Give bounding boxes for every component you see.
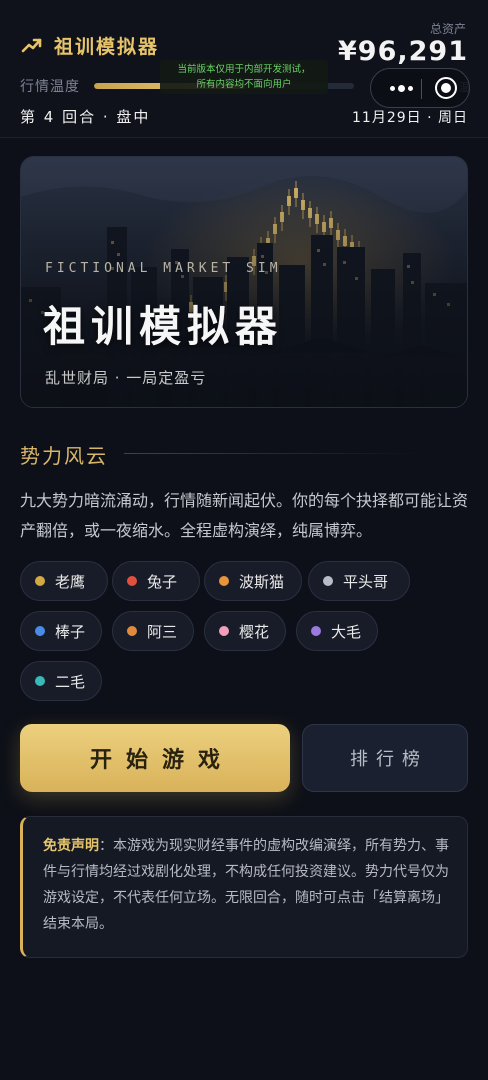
target-close-icon[interactable] xyxy=(435,77,457,99)
disclaimer-box: 免责声明：本游戏为现实财经事件的虚构改编演绎，所有势力、事件与行情均经过戏剧化处… xyxy=(20,816,468,958)
faction-chip[interactable]: 平头哥 xyxy=(308,561,410,601)
app-title: 祖训模拟器 xyxy=(54,36,160,58)
faction-chip[interactable]: 老鹰 xyxy=(20,561,108,601)
faction-color-dot xyxy=(219,576,229,586)
disclaimer-heading: 免责声明 xyxy=(43,838,99,854)
faction-chip-label: 二毛 xyxy=(55,672,86,691)
faction-chip-label: 波斯猫 xyxy=(239,572,285,591)
faction-chip-label: 老鹰 xyxy=(55,572,86,591)
trend-up-icon xyxy=(21,38,42,52)
faction-color-dot xyxy=(323,576,333,586)
hero-subtitle-en: FICTIONAL MARKET SIM xyxy=(45,261,282,276)
faction-chip-label: 棒子 xyxy=(55,622,86,641)
faction-chip[interactable]: 波斯猫 xyxy=(204,561,302,601)
faction-chip-label: 兔子 xyxy=(147,572,178,591)
faction-chip-label: 樱花 xyxy=(239,622,270,641)
round-indicator: 第 4 回合 · 盘中 xyxy=(20,108,151,126)
faction-chip-label: 阿三 xyxy=(147,622,178,641)
faction-color-dot xyxy=(35,626,45,636)
top-header: 祖训模拟器 总资产 ¥96,291 行情温度 温 第 4 回合 · 盘中 11月… xyxy=(0,0,488,138)
faction-chip[interactable]: 二毛 xyxy=(20,661,102,701)
faction-color-dot xyxy=(219,626,229,636)
dev-notice-overlay: 当前版本仅用于内部开发测试， 所有内容均不面向用户 xyxy=(160,60,328,94)
faction-chip[interactable]: 阿三 xyxy=(112,611,194,651)
faction-color-dot xyxy=(127,576,137,586)
hero-tagline: 乱世财局 · 一局定盈亏 xyxy=(45,369,207,387)
faction-chip-label: 平头哥 xyxy=(343,572,389,591)
faction-chip[interactable]: 棒子 xyxy=(20,611,102,651)
total-assets-label: 总资产 xyxy=(429,22,466,36)
faction-chip[interactable]: 大毛 xyxy=(296,611,378,651)
faction-color-dot xyxy=(35,676,45,686)
section-divider xyxy=(124,453,420,454)
faction-color-dot xyxy=(35,576,45,586)
start-game-button[interactable]: 开始游戏 xyxy=(20,724,290,792)
faction-chip-label: 大毛 xyxy=(331,622,362,641)
miniprogram-capsule xyxy=(370,68,470,108)
dev-notice-line-2: 所有内容均不面向用户 xyxy=(196,79,292,90)
capsule-divider xyxy=(421,79,422,99)
factions-description: 九大势力暗流涌动，行情随新闻起伏。你的每个抉择都可能让资产翻倍，或一夜缩水。全程… xyxy=(20,491,469,540)
disclaimer-body: ：本游戏为现实财经事件的虚构改编演绎，所有势力、事件与行情均经过戏剧化处理，不构… xyxy=(43,838,449,932)
leaderboard-button[interactable]: 排行榜 xyxy=(302,724,468,792)
hero-title: 祖训模拟器 xyxy=(43,302,284,351)
hero-banner: FICTIONAL MARKET SIM 祖训模拟器 乱世财局 · 一局定盈亏 xyxy=(20,156,468,408)
faction-chip[interactable]: 兔子 xyxy=(112,561,200,601)
faction-color-dot xyxy=(127,626,137,636)
more-dots-icon[interactable] xyxy=(381,69,421,107)
date-indicator: 11月29日 · 周日 xyxy=(352,110,468,126)
dev-notice-line-1: 当前版本仅用于内部开发测试， xyxy=(177,64,311,75)
brand: 祖训模拟器 xyxy=(20,32,159,59)
total-assets-value: ¥96,291 xyxy=(338,36,468,67)
factions-section-title: 势力风云 xyxy=(20,444,108,468)
faction-color-dot xyxy=(311,626,321,636)
faction-chip[interactable]: 樱花 xyxy=(204,611,286,651)
market-mood-label: 行情温度 xyxy=(20,79,80,95)
